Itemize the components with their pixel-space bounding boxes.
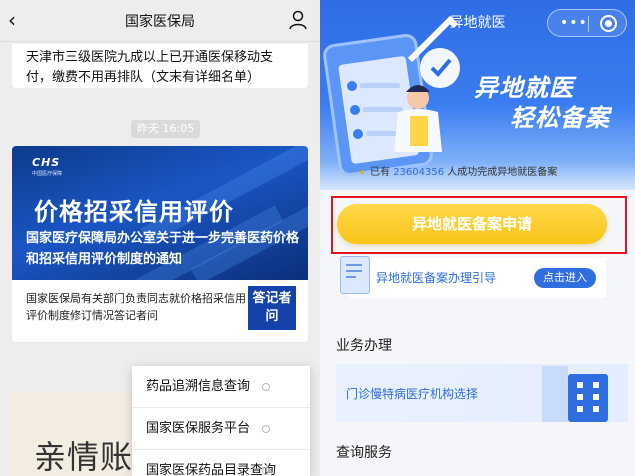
hero-line2: 轻松备案 bbox=[510, 104, 610, 132]
menu-item-drug-trace[interactable]: 药品追溯信息查询 bbox=[132, 366, 310, 408]
wechat-chat-panel: ‹ 国家医保局 天津市三级医院九成以上已开通医保移动支付，缴费不用再排队（文末有… bbox=[0, 0, 320, 476]
news-banner: CHS 中国医疗保障 价格招采信用评价 国家医疗保障局办公室关于进一步完善医药价… bbox=[12, 146, 308, 280]
document-icon bbox=[340, 256, 370, 294]
section-title-query: 查询服务 bbox=[336, 445, 392, 461]
filing-guide-label: 异地就医备案办理引导 bbox=[376, 271, 497, 285]
chs-logo: CHS bbox=[32, 156, 61, 169]
menu-item-service-platform[interactable]: 国家医保服务平台 bbox=[132, 408, 310, 450]
news-summary: 国家医保局有关部门负责同志就价格招采信用评价制度修订情况答记者问 bbox=[26, 292, 246, 322]
menu-item-drug-catalog[interactable]: 国家医保药品目录查询 bbox=[132, 450, 310, 476]
user-profile-icon[interactable] bbox=[288, 9, 308, 31]
qa-badge: 答记者问 bbox=[248, 286, 296, 330]
building-bg bbox=[542, 366, 568, 422]
hospital-icon bbox=[568, 374, 608, 422]
chs-logo-subtitle: 中国医疗保障 bbox=[32, 171, 63, 177]
submenu-popup: 药品追溯信息查询 国家医保服务平台 国家医保药品目录查询 bbox=[132, 366, 310, 476]
filing-guide-card[interactable]: 异地就医备案办理引导 点击进入 bbox=[340, 256, 606, 298]
chat-title: 国家医保局 bbox=[125, 14, 195, 30]
message-timestamp: 昨天 16:05 bbox=[131, 120, 201, 138]
speaker-icon: 🔈︎ bbox=[360, 167, 366, 178]
card3-title: 亲情账 bbox=[34, 438, 134, 476]
mini-program-panel: 异地就医 ••• 异地就医 轻松备案 🔈︎ 已有 23604356 人成功完成异… bbox=[320, 0, 635, 476]
article-card-tail[interactable]: 天津市三级医院九成以上已开通医保移动支付，缴费不用再排队（文末有详细名单） bbox=[12, 44, 308, 88]
guide-enter-button[interactable]: 点击进入 bbox=[534, 268, 596, 288]
banner-title: 价格招采信用评价 bbox=[34, 197, 234, 226]
service-label: 门诊慢特病医疗机构选择 bbox=[346, 387, 479, 401]
service-card-clinic-select[interactable]: 门诊慢特病医疗机构选择 bbox=[336, 364, 628, 422]
article-title: 天津市三级医院九成以上已开通医保移动支付，缴费不用再排队（文末有详细名单） bbox=[26, 50, 274, 85]
filing-count: 23604356 bbox=[393, 167, 445, 178]
section-title-business: 业务办理 bbox=[336, 338, 392, 354]
chat-nav-bar: ‹ 国家医保局 bbox=[0, 0, 320, 42]
hero-banner: 异地就医 ••• 异地就医 轻松备案 bbox=[320, 0, 635, 190]
mini-program-icon bbox=[262, 383, 270, 391]
filing-apply-button[interactable]: 异地就医备案申请 bbox=[337, 204, 607, 244]
mini-program-icon bbox=[262, 467, 270, 475]
filing-count-notice: 🔈︎ 已有 23604356 人成功完成异地就医备案 bbox=[360, 167, 558, 178]
news-card[interactable]: CHS 中国医疗保障 价格招采信用评价 国家医疗保障局办公室关于进一步完善医药价… bbox=[12, 146, 308, 342]
mini-program-icon bbox=[262, 425, 270, 433]
banner-subtitle: 国家医疗保障局办公室关于进一步完善医药价格和招采信用评价制度的通知 bbox=[26, 231, 300, 267]
